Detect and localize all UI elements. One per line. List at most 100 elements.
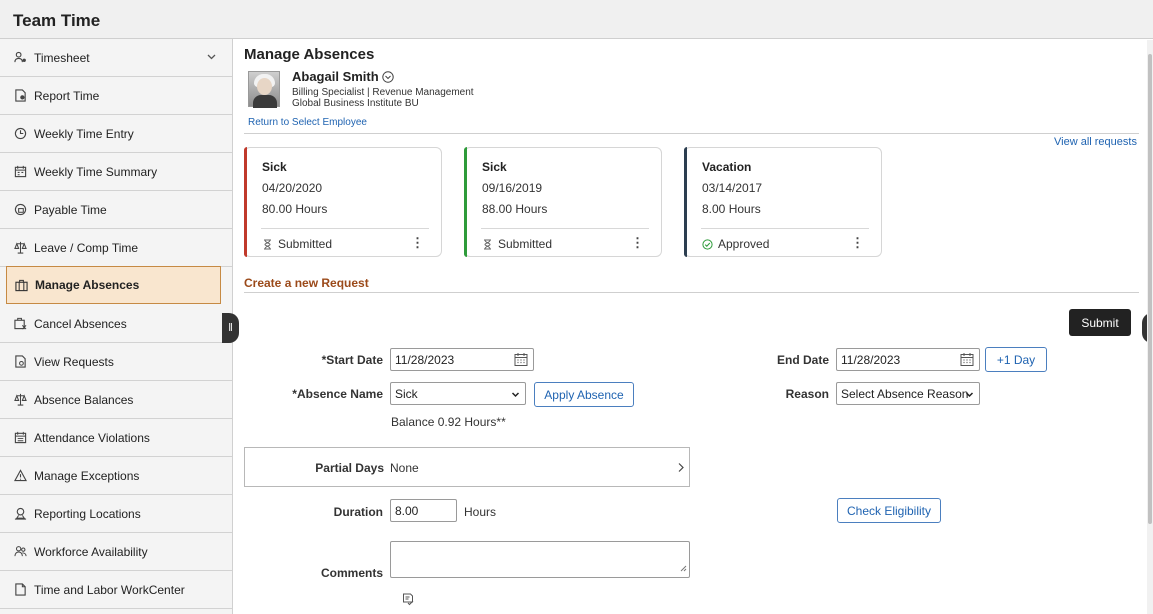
pause-icon: ‖ xyxy=(228,322,233,334)
partial-days-value: None xyxy=(390,461,419,475)
more-options-icon[interactable]: ⋮ xyxy=(411,235,424,251)
sidebar-item-leave-comp-time[interactable]: Leave / Comp Time xyxy=(0,229,232,267)
start-date-field[interactable]: 11/28/2023 xyxy=(390,348,534,371)
sidebar: Timesheet Report Time Weekly Time Entry … xyxy=(0,39,233,614)
sidebar-item-reporting-locations[interactable]: Reporting Locations xyxy=(0,495,232,533)
duration-input[interactable]: 8.00 xyxy=(390,499,457,522)
briefcase-icon xyxy=(15,279,28,292)
payable-icon xyxy=(14,203,27,216)
document-icon xyxy=(14,583,27,596)
submit-button[interactable]: Submit xyxy=(1069,309,1131,336)
employee-name[interactable]: Abagail Smith xyxy=(292,69,379,84)
calendar-icon[interactable] xyxy=(960,352,974,367)
main-content: Manage Absences Abagail Smith Billing Sp… xyxy=(240,39,1145,614)
collapse-sidebar-button[interactable]: ‖ xyxy=(222,313,239,343)
document-search-icon xyxy=(14,355,27,368)
check-eligibility-button[interactable]: Check Eligibility xyxy=(837,498,941,523)
request-date: 04/20/2020 xyxy=(262,181,323,195)
calendar-icon[interactable] xyxy=(514,352,528,367)
sidebar-item-workforce-availability[interactable]: Workforce Availability xyxy=(0,533,232,571)
people-icon xyxy=(14,545,27,558)
chevron-right-icon[interactable] xyxy=(677,462,685,476)
cancel-briefcase-icon xyxy=(14,317,27,330)
sidebar-item-view-requests[interactable]: View Requests xyxy=(0,343,232,381)
reason-label: Reason xyxy=(785,387,829,401)
request-status-text: Approved xyxy=(718,237,770,251)
request-date: 09/16/2019 xyxy=(482,181,543,195)
sidebar-item-label: Absence Balances xyxy=(34,392,134,407)
sidebar-item-label: Time and Labor WorkCenter xyxy=(34,582,185,597)
status-accent-bar xyxy=(244,147,247,257)
sidebar-item-absence-balances[interactable]: Absence Balances xyxy=(0,381,232,419)
request-hours: 88.00 Hours xyxy=(482,202,548,216)
scale-icon xyxy=(14,241,27,254)
sidebar-item-payable-time[interactable]: Payable Time xyxy=(0,191,232,229)
request-status: Approved xyxy=(702,237,769,251)
sidebar-item-label: Workforce Availability xyxy=(34,544,148,559)
sidebar-item-label: Weekly Time Entry xyxy=(34,126,134,141)
apply-absence-button[interactable]: Apply Absence xyxy=(534,382,634,407)
comments-textarea[interactable] xyxy=(390,541,690,578)
request-type: Vacation xyxy=(702,160,752,174)
plus-one-day-button[interactable]: +1 Day xyxy=(985,347,1047,372)
sidebar-item-attendance-violations[interactable]: Attendance Violations xyxy=(0,419,232,457)
request-card[interactable]: Sick 04/20/2020 80.00 Hours Submitted ⋮ xyxy=(244,147,442,257)
absence-name-select[interactable]: Sick xyxy=(390,382,526,405)
sidebar-item-label: Report Time xyxy=(34,88,100,103)
resize-handle-icon[interactable] xyxy=(680,561,687,575)
clock-icon xyxy=(14,127,27,140)
duration-value: 8.00 xyxy=(395,504,419,518)
sidebar-item-label: Reporting Locations xyxy=(34,506,141,521)
report-icon xyxy=(14,89,27,102)
sidebar-item-label: View Requests xyxy=(34,354,114,369)
more-options-icon[interactable]: ⋮ xyxy=(631,235,644,251)
request-status: Submitted xyxy=(262,237,332,251)
sidebar-item-timesheet[interactable]: Timesheet xyxy=(0,39,232,77)
request-type: Sick xyxy=(482,160,507,174)
return-to-select-employee-link[interactable]: Return to Select Employee xyxy=(248,117,367,128)
more-options-icon[interactable]: ⋮ xyxy=(851,235,864,251)
balance-text: Balance 0.92 Hours** xyxy=(391,415,506,429)
end-date-label: End Date xyxy=(776,353,829,367)
vertical-scrollbar[interactable] xyxy=(1147,40,1153,614)
request-card[interactable]: Sick 09/16/2019 88.00 Hours Submitted ⋮ xyxy=(464,147,662,257)
employee-name-row[interactable]: Abagail Smith xyxy=(292,69,394,84)
create-request-title: Create a new Request xyxy=(244,276,369,290)
view-all-requests-link[interactable]: View all requests xyxy=(1054,136,1137,148)
spell-check-icon[interactable] xyxy=(402,593,414,609)
sidebar-item-weekly-time-entry[interactable]: Weekly Time Entry xyxy=(0,115,232,153)
request-card[interactable]: Vacation 03/14/2017 8.00 Hours Approved … xyxy=(684,147,882,257)
request-hours: 80.00 Hours xyxy=(262,202,328,216)
sidebar-item-cancel-absences[interactable]: Cancel Absences xyxy=(0,305,232,343)
sidebar-item-weekly-time-summary[interactable]: Weekly Time Summary xyxy=(0,153,232,191)
hourglass-icon xyxy=(262,239,273,250)
section-divider xyxy=(244,292,1139,293)
top-bar: Team Time xyxy=(0,0,1153,39)
request-status-text: Submitted xyxy=(498,237,553,251)
sidebar-item-report-time[interactable]: Report Time xyxy=(0,77,232,115)
request-date: 03/14/2017 xyxy=(702,181,763,195)
absence-name-label: *Absence Name xyxy=(292,387,383,401)
hours-unit: Hours xyxy=(464,505,497,519)
reason-value: Select Absence Reason xyxy=(841,387,969,401)
header-divider xyxy=(244,133,1139,134)
reason-select[interactable]: Select Absence Reason xyxy=(836,382,980,405)
sidebar-item-manage-exceptions[interactable]: Manage Exceptions xyxy=(0,457,232,495)
employee-job-title: Billing Specialist | Revenue Management xyxy=(292,87,474,98)
status-accent-bar xyxy=(464,147,467,257)
partial-days-panel[interactable]: Partial Days None xyxy=(244,447,690,487)
partial-days-label: Partial Days xyxy=(315,461,384,475)
chevron-down-circle-icon[interactable] xyxy=(381,70,394,83)
calendar-icon xyxy=(14,431,27,444)
sidebar-item-label: Weekly Time Summary xyxy=(34,164,158,179)
sidebar-item-label: Cancel Absences xyxy=(34,316,127,331)
sidebar-item-time-and-labor-workcenter[interactable]: Time and Labor WorkCenter xyxy=(0,571,232,609)
end-date-field[interactable]: 11/28/2023 xyxy=(836,348,980,371)
avatar xyxy=(248,71,280,108)
app-title: Team Time xyxy=(13,11,101,30)
start-date-label: *Start Date xyxy=(321,353,383,367)
hourglass-icon xyxy=(482,239,493,250)
scrollbar-thumb[interactable] xyxy=(1148,54,1152,524)
sidebar-item-manage-absences[interactable]: Manage Absences xyxy=(6,266,221,304)
end-date-value: 11/28/2023 xyxy=(841,353,901,367)
